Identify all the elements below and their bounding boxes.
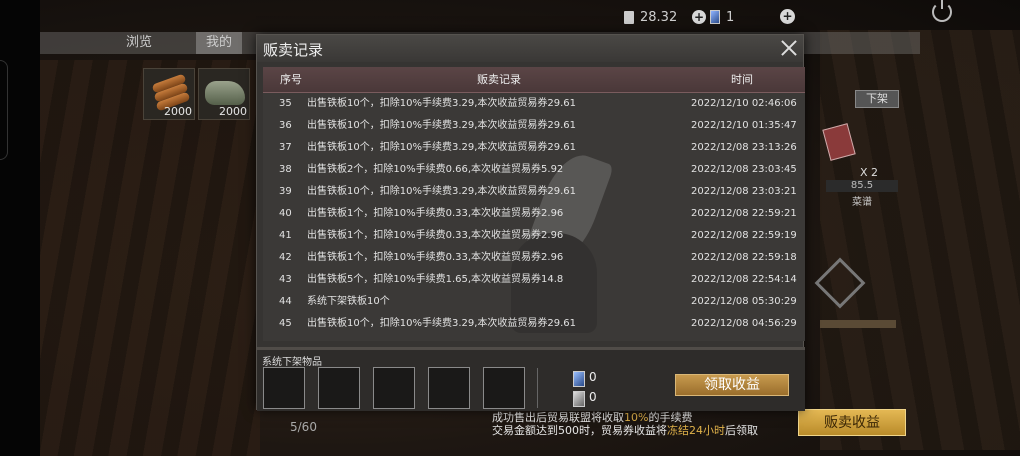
row-no: 39 — [279, 186, 292, 197]
card-icon — [573, 371, 585, 387]
table-row: 37 出售铁板10个，扣除10%手续费3.29,本次收益贸易券29.61 202… — [263, 137, 805, 159]
trade-ticket-icon — [573, 391, 585, 407]
item-quantity: 2000 — [164, 105, 192, 118]
row-record: 出售铁板1个，扣除10%手续费0.33,本次收益贸易券2.96 — [307, 208, 564, 219]
unlisted-item-slot[interactable] — [483, 367, 525, 409]
close-icon[interactable] — [779, 38, 799, 58]
tab-browse[interactable]: 浏览 — [126, 32, 152, 54]
trade-ticket-icon — [624, 10, 634, 24]
device-bezel — [0, 0, 40, 456]
unlisted-item-slot[interactable] — [428, 367, 470, 409]
dialog-footer: 系统下架物品 0 0 领取收益 — [257, 347, 805, 411]
column-header-record: 贩卖记录 — [477, 73, 521, 86]
add-card-button[interactable]: + — [780, 9, 795, 24]
row-record: 出售铁板10个，扣除10%手续费3.29,本次收益贸易券29.61 — [307, 98, 577, 109]
row-no: 42 — [279, 252, 292, 263]
recipe-book-icon — [822, 123, 856, 161]
unlisted-item-slot[interactable] — [318, 367, 360, 409]
background-scene-right — [820, 30, 1020, 450]
item-quantity: 2000 — [219, 105, 247, 118]
ticket-income-value: 0 — [589, 390, 597, 404]
sell-income-button[interactable]: 贩卖收益 — [798, 409, 906, 436]
row-record: 出售铁板10个，扣除10%手续费3.29,本次收益贸易券29.61 — [307, 318, 577, 329]
table-row: 36 出售铁板10个，扣除10%手续费3.29,本次收益贸易券29.61 202… — [263, 115, 805, 137]
unlisted-item-slot[interactable] — [263, 367, 305, 409]
card-count-display: 1 — [710, 6, 734, 28]
row-record: 系统下架铁板10个 — [307, 296, 390, 307]
balance-value: 28.32 — [640, 9, 678, 25]
item-count: X 2 — [860, 166, 879, 179]
row-time: 2022/12/08 22:59:19 — [691, 230, 797, 241]
row-no: 37 — [279, 142, 292, 153]
unlist-button[interactable]: 下架 — [855, 90, 899, 108]
row-record: 出售铁板10个，扣除10%手续费3.29,本次收益贸易券29.61 — [307, 186, 577, 197]
row-no: 35 — [279, 98, 292, 109]
row-time: 2022/12/08 23:03:21 — [691, 186, 797, 197]
row-no: 44 — [279, 296, 292, 307]
column-header-time: 时间 — [731, 73, 753, 86]
row-record: 出售铁板2个，扣除10%手续费0.66,本次收益贸易券5.92 — [307, 164, 564, 175]
footer-divider — [537, 368, 538, 408]
table-row: 38 出售铁板2个，扣除10%手续费0.66,本次收益贸易券5.92 2022/… — [263, 159, 805, 181]
iron-ore-icon — [205, 81, 245, 105]
row-time: 2022/12/08 22:59:18 — [691, 252, 797, 263]
row-time: 2022/12/08 04:56:29 — [691, 318, 797, 329]
dialog-title-bar: 贩卖记录 — [257, 35, 803, 62]
inventory-slot-wood[interactable]: 2000 — [143, 68, 195, 120]
unlisted-item-slot[interactable] — [373, 367, 415, 409]
row-time: 2022/12/10 01:35:47 — [691, 120, 797, 131]
device-side-button — [0, 60, 8, 160]
row-record: 出售铁板5个，扣除10%手续费1.65,本次收益贸易券14.8 — [307, 274, 564, 285]
background-bar — [820, 320, 896, 328]
card-income-value: 0 — [589, 370, 597, 384]
row-no: 40 — [279, 208, 292, 219]
claim-income-button[interactable]: 领取收益 — [675, 374, 789, 396]
table-header: 序号 贩卖记录 时间 — [263, 67, 805, 93]
row-record: 出售铁板1个，扣除10%手续费0.33,本次收益贸易券2.96 — [307, 230, 564, 241]
row-time: 2022/12/08 23:03:45 — [691, 164, 797, 175]
listed-item-card[interactable]: X 2 85.5 菜谱 — [818, 118, 898, 208]
table-row: 44 系统下架铁板10个 2022/12/08 05:30:29 — [263, 291, 805, 313]
row-record: 出售铁板10个，扣除10%手续费3.29,本次收益贸易券29.61 — [307, 120, 577, 131]
column-header-no: 序号 — [280, 73, 302, 86]
table-row: 40 出售铁板1个，扣除10%手续费0.33,本次收益贸易券2.96 2022/… — [263, 203, 805, 225]
card-count-value: 1 — [726, 9, 735, 25]
row-time: 2022/12/10 02:46:06 — [691, 98, 797, 109]
row-no: 38 — [279, 164, 292, 175]
dialog-title: 贩卖记录 — [263, 41, 324, 59]
inventory-slot-ore[interactable]: 2000 — [198, 68, 250, 120]
wood-log-icon — [150, 73, 191, 112]
table-row: 41 出售铁板1个，扣除10%手续费0.33,本次收益贸易券2.96 2022/… — [263, 225, 805, 247]
power-icon[interactable] — [932, 0, 952, 22]
record-list[interactable]: 35 出售铁板10个，扣除10%手续费3.29,本次收益贸易券29.61 202… — [263, 93, 805, 341]
row-time: 2022/12/08 23:13:26 — [691, 142, 797, 153]
sales-record-dialog: 贩卖记录 序号 贩卖记录 时间 35 出售铁板10个，扣除10%手续费3.29,… — [256, 34, 805, 411]
table-row: 42 出售铁板1个，扣除10%手续费0.33,本次收益贸易券2.96 2022/… — [263, 247, 805, 269]
row-no: 36 — [279, 120, 292, 131]
row-time: 2022/12/08 05:30:29 — [691, 296, 797, 307]
tab-mine[interactable]: 我的 — [196, 32, 243, 54]
item-name: 菜谱 — [852, 197, 872, 208]
row-record: 出售铁板10个，扣除10%手续费3.29,本次收益贸易券29.61 — [307, 142, 577, 153]
balance-display: 28.32 — [624, 6, 677, 28]
table-row: 43 出售铁板5个，扣除10%手续费1.65,本次收益贸易券14.8 2022/… — [263, 269, 805, 291]
slot-count: 5/60 — [290, 420, 317, 434]
fee-notice: 成功售出后贸易联盟将收取10%的手续费 交易金额达到500时，贸易券收益将冻结2… — [492, 411, 758, 437]
row-time: 2022/12/08 22:54:14 — [691, 274, 797, 285]
unlisted-items-label: 系统下架物品 — [262, 357, 322, 368]
table-row: 39 出售铁板10个，扣除10%手续费3.29,本次收益贸易券29.61 202… — [263, 181, 805, 203]
row-time: 2022/12/08 22:59:21 — [691, 208, 797, 219]
add-balance-button[interactable]: + — [692, 10, 706, 24]
table-row: 35 出售铁板10个，扣除10%手续费3.29,本次收益贸易券29.61 202… — [263, 93, 805, 115]
row-no: 45 — [279, 318, 292, 329]
table-row: 45 出售铁板10个，扣除10%手续费3.29,本次收益贸易券29.61 202… — [263, 313, 805, 335]
row-no: 41 — [279, 230, 292, 241]
card-icon — [710, 10, 720, 24]
row-record: 出售铁板1个，扣除10%手续费0.33,本次收益贸易券2.96 — [307, 252, 564, 263]
row-no: 43 — [279, 274, 292, 285]
item-price: 85.5 — [826, 180, 898, 192]
